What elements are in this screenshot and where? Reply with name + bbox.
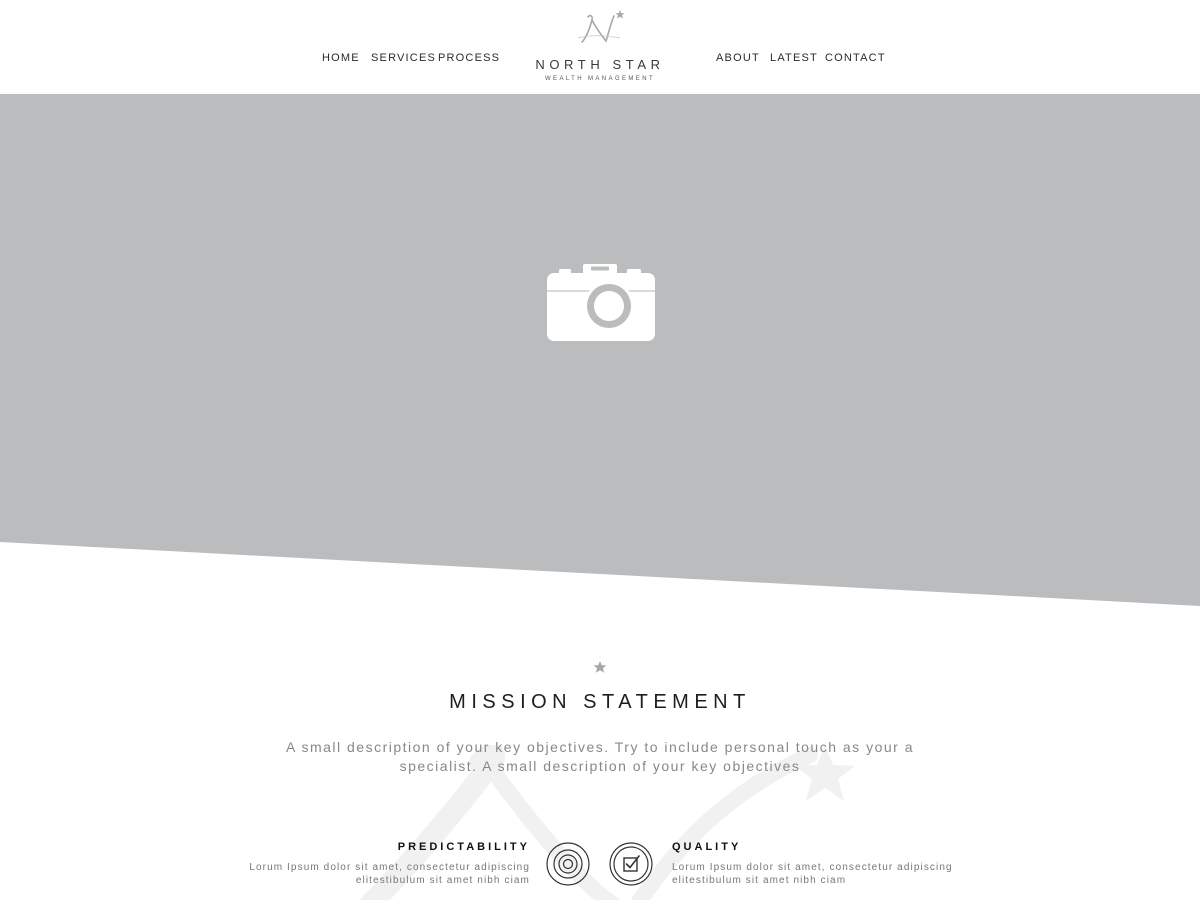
camera-icon bbox=[547, 264, 655, 341]
feature-text-line: elitestibulum sit amet nibh ciam bbox=[672, 875, 847, 886]
site-header: HOME SERVICES PROCESS NORTH STAR WEALTH … bbox=[0, 0, 1200, 94]
monogram-logo-icon bbox=[577, 10, 625, 43]
mission-title: MISSION STATEMENT bbox=[449, 691, 751, 713]
page: HOME SERVICES PROCESS NORTH STAR WEALTH … bbox=[0, 0, 1200, 900]
nav-contact[interactable]: CONTACT bbox=[825, 52, 886, 64]
logo-name: NORTH STAR bbox=[535, 57, 665, 72]
nav-services[interactable]: SERVICES bbox=[371, 52, 436, 64]
nav-about[interactable]: ABOUT bbox=[716, 52, 760, 64]
mission-description-line: A small description of your key objectiv… bbox=[286, 739, 914, 755]
target-icon bbox=[546, 842, 590, 886]
feature-text-line: Lorum Ipsum dolor sit amet, consectetur … bbox=[249, 862, 530, 873]
nav-process[interactable]: PROCESS bbox=[438, 52, 500, 64]
star-icon bbox=[593, 661, 607, 673]
logo-tagline: WEALTH MANAGEMENT bbox=[544, 76, 656, 82]
feature-title-quality: QUALITY bbox=[672, 841, 742, 853]
feature-text-line: elitestibulum sit amet nibh ciam bbox=[355, 875, 530, 886]
mission-description: A small description of your key objectiv… bbox=[260, 738, 940, 776]
nav-latest[interactable]: LATEST bbox=[770, 52, 818, 64]
feature-text-quality: Lorum Ipsum dolor sit amet, consectetur … bbox=[672, 861, 992, 887]
site-logo[interactable]: NORTH STAR WEALTH MANAGEMENT bbox=[520, 8, 680, 82]
feature-text-line: Lorum Ipsum dolor sit amet, consectetur … bbox=[672, 862, 953, 873]
hero-background bbox=[0, 94, 1200, 606]
nav-home[interactable]: HOME bbox=[322, 52, 360, 64]
checkbox-icon bbox=[609, 842, 653, 886]
feature-text-predictability: Lorum Ipsum dolor sit amet, consectetur … bbox=[230, 861, 530, 887]
feature-title-predictability: PREDICTABILITY bbox=[397, 841, 530, 853]
hero-image-placeholder bbox=[0, 94, 1200, 606]
mission-description-line: specialist. A small description of your … bbox=[399, 758, 801, 774]
